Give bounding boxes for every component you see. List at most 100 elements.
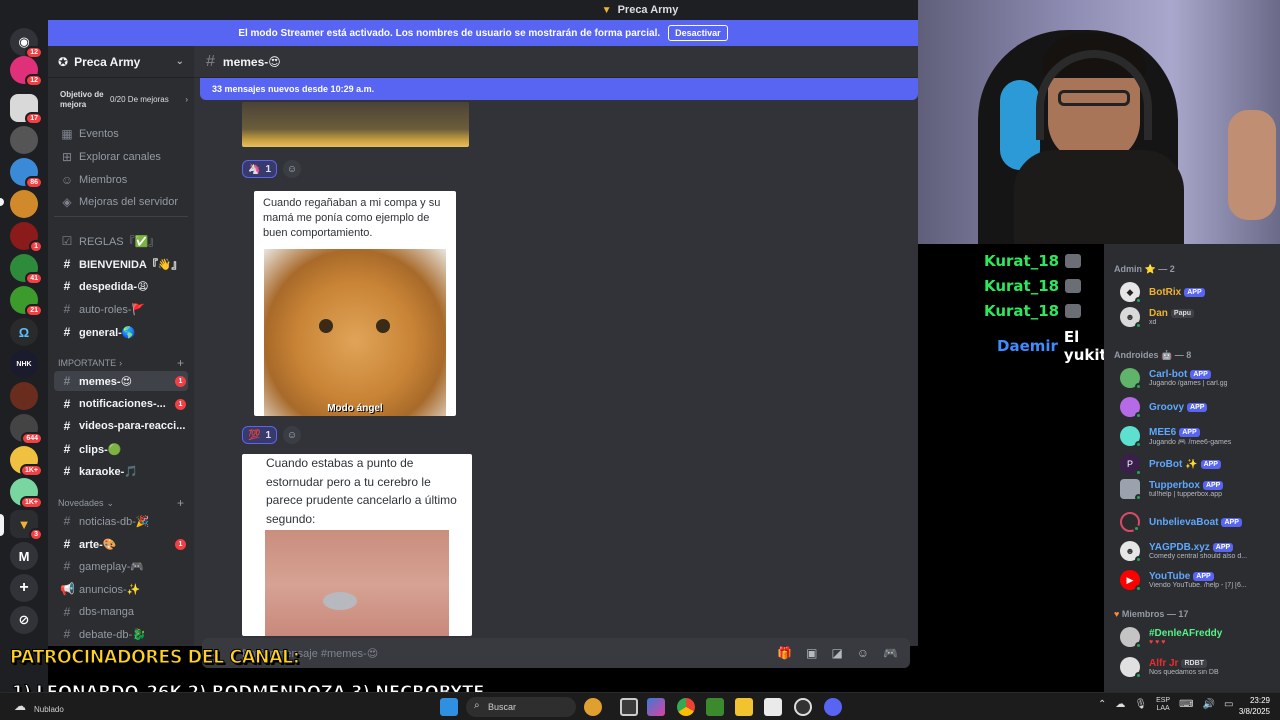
taskbar-clock[interactable]: 23:29 3/8/2025	[1232, 696, 1270, 718]
app-badge: APP	[1190, 370, 1211, 379]
category-importante[interactable]: IMPORTANTE › +	[58, 356, 184, 370]
minecraft-icon[interactable]	[706, 698, 724, 716]
gift-icon[interactable]: 🎁	[777, 646, 792, 660]
channel-notificaciones[interactable]: # notificaciones-... 1	[54, 394, 188, 414]
reaction-chip[interactable]: 💯 1	[242, 426, 278, 444]
channel-general[interactable]: # general-🌎	[54, 322, 188, 342]
channel-debate[interactable]: # debate-db-🐉	[54, 624, 188, 644]
cloud-icon[interactable]: ☁	[1115, 699, 1125, 710]
add-reaction-icon[interactable]: ☺	[283, 160, 302, 178]
channel-bienvenida[interactable]: # BIENVENIDA『👋』	[54, 254, 188, 274]
member-botrix[interactable]: ◆ BotRix APP	[1120, 279, 1276, 305]
task-view-icon[interactable]	[620, 698, 638, 716]
taskbar-search[interactable]: ⌕ Buscar	[466, 697, 576, 717]
meme-sneeze-image[interactable]: Cuando estabas a punto de estornudar per…	[242, 454, 472, 636]
message-composer[interactable]: Enviar mensaje #memes-😍 🎁 ▣ ◪ ☺ 🎮	[202, 638, 910, 668]
file-explorer-icon[interactable]	[735, 698, 753, 716]
add-channel-icon[interactable]: +	[177, 356, 184, 370]
member-status: Nos quedamos sin DB	[1149, 669, 1219, 676]
channel-gameplay[interactable]: # gameplay-🎮	[54, 556, 188, 576]
volume-icon[interactable]: 🔊	[1203, 699, 1215, 710]
channel-despedida[interactable]: # despedida-😩	[54, 276, 188, 296]
server-icon-1[interactable]: 12	[10, 56, 43, 87]
channel-label: clips-🟢	[79, 443, 122, 456]
server-icon-preca-army[interactable]: ▼ 3	[10, 510, 43, 541]
stream-chat-line: Kurat_18	[984, 302, 1082, 320]
language-indicator[interactable]: ESP LAA	[1156, 697, 1170, 712]
member-unbelievaboat[interactable]: UnbelievaBoat APP	[1120, 509, 1276, 535]
channel-karaoke[interactable]: # karaoke-🎵	[54, 461, 188, 481]
meme-image-partial[interactable]	[242, 102, 469, 147]
server-icon-11[interactable]	[10, 382, 38, 410]
new-messages-bar[interactable]: 33 mensajes nuevos desde 10:29 a.m.	[200, 78, 918, 100]
member-carl-bot[interactable]: Carl-bot APP Jugando /games | carl.gg	[1120, 365, 1276, 391]
member-tupperbox[interactable]: Tupperbox APP tul!help | tupperbox.app	[1120, 476, 1276, 502]
member-denleafreddy[interactable]: #DenleAFreddy ♥ ♥ ♥	[1120, 624, 1276, 650]
app-badge: APP	[1221, 517, 1242, 527]
channel-noticias[interactable]: # noticias-db-🎉	[54, 511, 188, 531]
add-channel-icon[interactable]: +	[177, 496, 184, 510]
mic-icon[interactable]: 🎙	[1134, 699, 1147, 710]
channel-dbs-manga[interactable]: # dbs-manga	[54, 602, 188, 622]
channel-reglas[interactable]: ☑ REGLAS『✅』	[54, 231, 188, 251]
hash-icon: #	[63, 374, 71, 388]
channel-memes[interactable]: # memes-😍 1	[54, 371, 188, 391]
chrome-icon[interactable]	[677, 698, 695, 716]
chevron-up-icon[interactable]: ⌃	[1098, 699, 1106, 710]
deactivate-streamer-button[interactable]: Desactivar	[668, 25, 728, 41]
channel-label: auto-roles-🚩	[79, 303, 146, 316]
reaction-chip[interactable]: 🦄 1	[242, 160, 278, 178]
dm-home-button[interactable]: ◉ 12	[10, 28, 43, 59]
taskbar-app-1[interactable]	[584, 698, 602, 716]
meme-cat-image[interactable]: Cuando regañaban a mi compa y su mamá me…	[254, 191, 456, 416]
discord-taskbar-icon[interactable]	[824, 698, 842, 716]
member-dan[interactable]: ☻ Dan Papu xd	[1120, 304, 1276, 330]
channel-auto-roles[interactable]: # auto-roles-🚩	[54, 299, 188, 319]
badge: 1K+	[19, 464, 43, 477]
server-icon-8[interactable]: 21	[10, 286, 43, 317]
server-icon-7[interactable]: 41	[10, 254, 43, 285]
network-icon[interactable]: ⌨	[1179, 699, 1193, 710]
server-icon-10[interactable]: NHK	[10, 350, 38, 378]
channel-arte[interactable]: # arte-🎨 1	[54, 534, 188, 554]
category-novedades[interactable]: Novedades ⌄ +	[58, 496, 184, 510]
copilot-icon[interactable]	[647, 698, 665, 716]
server-icon-9[interactable]: Ω	[10, 318, 38, 346]
server-icon-4[interactable]: 86	[10, 158, 43, 189]
channel-videos[interactable]: # videos-para-reacci...	[54, 416, 188, 436]
channel-anuncios[interactable]: 📢 anuncios-✨	[54, 579, 188, 599]
sidebar-item-members[interactable]: ☺ Miembros	[54, 170, 188, 190]
server-icon-14[interactable]: 1K+	[10, 478, 43, 509]
sidebar-item-browse[interactable]: ⊞ Explorar canales	[54, 147, 188, 167]
member-alfr[interactable]: Alfr Jr RDBT Nos quedamos sin DB	[1120, 654, 1276, 680]
server-header[interactable]: ✪ Preca Army ⌄	[48, 46, 194, 78]
activity-icon[interactable]: 🎮	[883, 646, 898, 660]
server-icon-2[interactable]: 17	[10, 94, 43, 125]
member-name: ProBot ✨	[1149, 458, 1198, 470]
member-mee6[interactable]: MEE6 APP Jugando 🎮 /mee6-games	[1120, 423, 1276, 449]
gif-icon[interactable]: ▣	[806, 646, 817, 660]
member-yagpdb[interactable]: ☻ YAGPDB.xyz APP Comedy central should als…	[1120, 538, 1276, 564]
boost-goal[interactable]: Objetivo de mejora 0/20 De mejoras ›	[54, 86, 188, 114]
server-icon-3[interactable]	[10, 126, 38, 154]
member-youtube[interactable]: ▶ YouTube APP Viendo YouTube. /help - [7] …	[1120, 567, 1276, 593]
discover-button[interactable]: ⊘	[10, 606, 38, 634]
sticker-icon[interactable]: ◪	[831, 646, 842, 660]
emoji-icon[interactable]: ☺	[857, 646, 869, 660]
sidebar-item-boosts[interactable]: ◈ Mejoras del servidor	[54, 192, 188, 212]
server-icon-6[interactable]: 1	[10, 222, 43, 253]
add-server-button[interactable]: +	[10, 574, 38, 602]
member-probot[interactable]: P ProBot ✨ APP	[1120, 451, 1276, 477]
sidebar-item-events[interactable]: ▦ Eventos	[54, 124, 188, 144]
obs-icon[interactable]	[794, 698, 812, 716]
server-icon-13[interactable]: 1K+	[10, 446, 43, 477]
server-icon-m[interactable]: M	[10, 542, 38, 570]
member-groovy[interactable]: Groovy APP	[1120, 394, 1276, 420]
add-reaction-icon[interactable]: ☺	[283, 426, 302, 444]
server-icon-5[interactable]	[10, 190, 38, 218]
store-icon[interactable]	[764, 698, 782, 716]
server-icon-12[interactable]: 644	[10, 414, 43, 445]
channel-clips[interactable]: # clips-🟢	[54, 439, 188, 459]
start-button[interactable]	[440, 698, 458, 716]
boost-icon: ◈	[62, 195, 72, 209]
